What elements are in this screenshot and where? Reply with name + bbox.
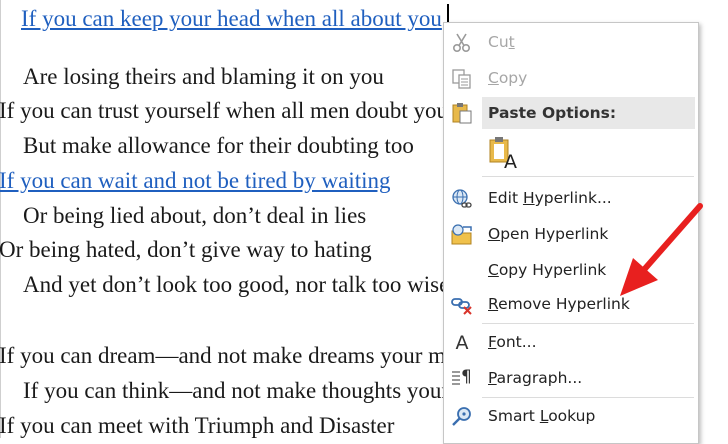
- folder-link-icon: [450, 223, 474, 247]
- hyperlink-line-1[interactable]: If you can keep your head when all about…: [21, 6, 442, 32]
- red-arrow-annotation: [620, 203, 703, 296]
- paragraph-icon: ¶: [450, 367, 474, 391]
- menu-item-smart-lookup-label: Smart Lookup: [488, 407, 596, 425]
- menu-item-font[interactable]: A Font...: [444, 327, 698, 359]
- font-icon: A: [450, 331, 474, 355]
- menu-item-copy-label: Copy: [488, 69, 528, 87]
- poem-line-7: Or being hated, don’t give way to hating: [0, 237, 372, 262]
- search-icon: [450, 405, 474, 429]
- menu-item-copy-hyperlink-label: Copy Hyperlink: [488, 261, 607, 279]
- paste-options-label: Paste Options:: [488, 104, 617, 122]
- menu-item-cut-label: Cut: [488, 33, 515, 51]
- menu-item-smart-lookup[interactable]: Smart Lookup: [444, 401, 698, 433]
- menu-item-paragraph-label: Paragraph...: [488, 369, 583, 387]
- poem-line-4: But make allowance for their doubting to…: [23, 133, 414, 158]
- menu-item-copy[interactable]: Copy: [444, 63, 698, 95]
- poem-line-11: If you can meet with Triumph and Disaste…: [0, 413, 395, 438]
- unlink-icon: [450, 293, 474, 317]
- menu-separator: [482, 323, 694, 324]
- poem-line-6: Or being lied about, don’t deal in lies: [23, 203, 367, 228]
- hyperlink-line-5[interactable]: If you can wait and not be tired by wait…: [0, 168, 391, 194]
- clipboard-icon: [450, 101, 474, 125]
- globe-link-icon: [450, 187, 474, 211]
- menu-separator: [482, 397, 694, 398]
- menu-item-font-label: Font...: [488, 333, 537, 351]
- font-icon-glyph: A: [455, 332, 469, 354]
- poem-line-2: Are losing theirs and blaming it on you: [23, 64, 384, 89]
- paste-options-header: Paste Options:: [482, 97, 695, 129]
- menu-item-cut[interactable]: Cut: [444, 27, 698, 59]
- paragraph-mark-glyph: ¶: [461, 367, 472, 387]
- menu-item-paragraph[interactable]: ¶ Paragraph...: [444, 363, 698, 395]
- paste-keep-text-only-button[interactable]: A: [488, 135, 518, 173]
- paste-keep-text-letter: A: [504, 151, 517, 173]
- poem-line-3: If you can trust yourself when all men d…: [0, 98, 449, 123]
- menu-item-open-hyperlink-label: Open Hyperlink: [488, 225, 609, 243]
- scissors-icon: [450, 31, 474, 55]
- poem-line-10: If you can think—and not make thoughts y…: [23, 378, 496, 403]
- menu-item-edit-hyperlink-label: Edit Hyperlink...: [488, 189, 612, 207]
- copy-icon: [450, 67, 474, 91]
- poem-line-9: If you can dream—and not make dreams you…: [0, 343, 496, 368]
- menu-separator: [482, 176, 694, 177]
- poem-line-8: And yet don’t look too good, nor talk to…: [23, 272, 450, 297]
